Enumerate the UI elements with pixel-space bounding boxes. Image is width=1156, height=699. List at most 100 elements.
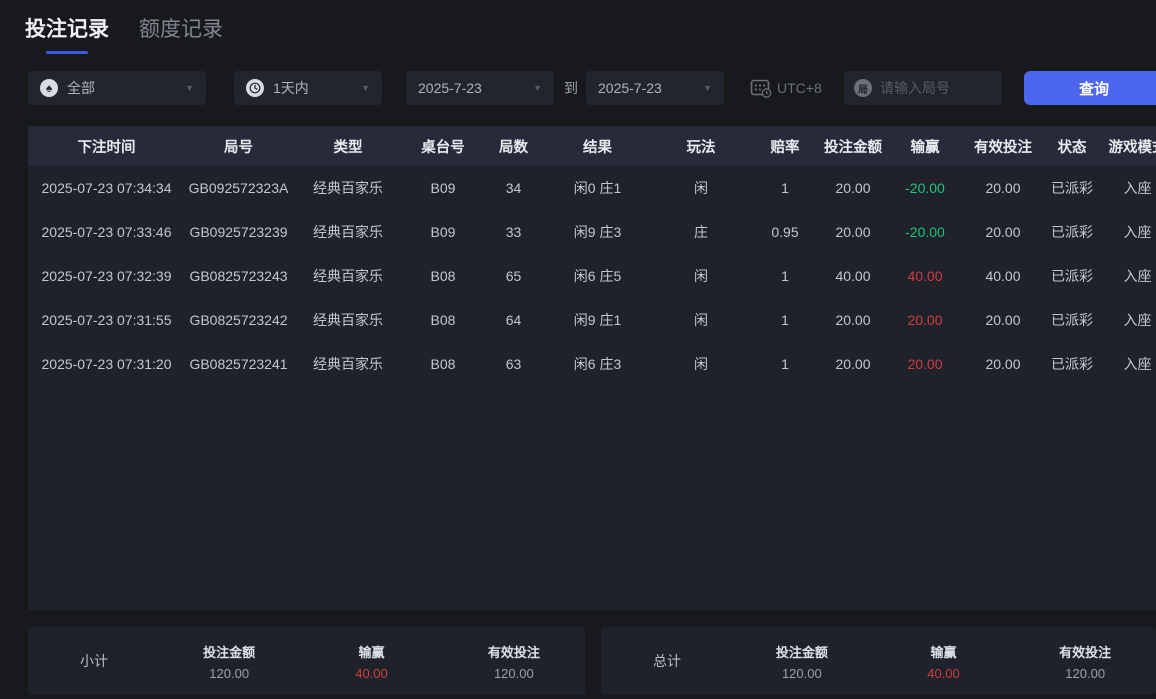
table-cell: 2025-07-23 07:32:39 (28, 254, 185, 298)
table-cell: 闲 (650, 166, 752, 210)
table-cell: 闲 (650, 254, 752, 298)
table-body: 2025-07-23 07:34:34GB092572323A经典百家乐B093… (28, 166, 1156, 386)
table-cell: 20.00 (962, 298, 1044, 342)
table-cell: 2025-07-23 07:31:55 (28, 298, 185, 342)
table-row: 2025-07-23 07:32:39GB0825723243经典百家乐B086… (28, 254, 1156, 298)
table-cell: 20.00 (962, 210, 1044, 254)
column-header: 局数 (482, 126, 545, 166)
table-cell: 1 (752, 254, 818, 298)
subtotal-stats: 投注金额 120.00 输赢 40.00 有效投注120.00 (158, 642, 585, 681)
table-cell: B08 (404, 298, 482, 342)
table-cell: 40.00 (818, 254, 888, 298)
table-cell: 20.00 (962, 342, 1044, 386)
table-cell: -20.00 (888, 166, 962, 210)
table-cell: 2025-07-23 07:34:34 (28, 166, 185, 210)
table-cell: GB0925723239 (185, 210, 292, 254)
table-cell: B08 (404, 254, 482, 298)
table-cell: 已派彩 (1044, 298, 1100, 342)
chevron-down-icon: ▼ (703, 83, 712, 93)
table-row: 2025-07-23 07:31:55GB0825723242经典百家乐B086… (28, 298, 1156, 342)
table-row: 2025-07-23 07:33:46GB0925723239经典百家乐B093… (28, 210, 1156, 254)
table-cell: 经典百家乐 (292, 166, 404, 210)
active-tab-underline (46, 51, 88, 54)
table-cell: 2025-07-23 07:33:46 (28, 210, 185, 254)
spade-icon: ♠ (40, 79, 58, 97)
table-cell: 已派彩 (1044, 210, 1100, 254)
date-to-select[interactable]: 2025-7-23 ▼ (586, 71, 724, 105)
calendar-clock-icon (750, 78, 772, 98)
table-cell: 经典百家乐 (292, 210, 404, 254)
summary-stat-value: 120.00 (782, 666, 822, 681)
table-cell: 34 (482, 166, 545, 210)
table-cell: 20.00 (818, 210, 888, 254)
table-cell: 入座 (1100, 210, 1156, 254)
table-cell: 闲9 庄1 (545, 298, 650, 342)
column-header: 游戏模式 (1100, 126, 1156, 166)
table-cell: 已派彩 (1044, 166, 1100, 210)
table-header-row: 下注时间局号类型桌台号局数结果玩法赔率投注金额输赢有效投注状态游戏模式 (28, 126, 1156, 166)
table-cell: 入座 (1100, 298, 1156, 342)
summary-stat-label: 有效投注 (1059, 642, 1111, 661)
tab-quota-records[interactable]: 额度记录 (139, 13, 223, 54)
column-header: 玩法 (650, 126, 752, 166)
query-button[interactable]: 查询 (1024, 71, 1156, 105)
column-header: 桌台号 (404, 126, 482, 166)
summary-stat-value: 120.00 (209, 666, 249, 681)
table-row: 2025-07-23 07:34:34GB092572323A经典百家乐B093… (28, 166, 1156, 210)
table-cell: 20.00 (818, 342, 888, 386)
tab-bet-records-label: 投注记录 (25, 13, 109, 43)
timezone-label: UTC+8 (777, 80, 822, 96)
total-label: 总计 (653, 651, 731, 671)
chevron-down-icon: ▼ (533, 83, 542, 93)
total-panel: 总计 投注金额120.00输赢40.00有效投注120.00 (601, 627, 1156, 695)
date-to-value: 2025-7-23 (598, 80, 662, 96)
date-from-select[interactable]: 2025-7-23 ▼ (406, 71, 554, 105)
clock-icon (246, 79, 264, 97)
summary-stat-label: 输赢 (358, 642, 384, 661)
table-cell: 20.00 (818, 166, 888, 210)
timezone-indicator: UTC+8 (750, 71, 822, 105)
chevron-down-icon: ▼ (361, 83, 370, 93)
table-cell: 闲0 庄1 (545, 166, 650, 210)
game-type-value: 全部 (67, 78, 95, 98)
subtotal-panel: 小计 投注金额 120.00 输赢 40.00 有效投注120.00 (28, 627, 585, 695)
total-stats: 投注金额120.00输赢40.00有效投注120.00 (731, 642, 1156, 681)
table-cell: 经典百家乐 (292, 298, 404, 342)
column-header: 局号 (185, 126, 292, 166)
game-type-select[interactable]: ♠ 全部 ▼ (28, 71, 206, 105)
table-cell: 经典百家乐 (292, 254, 404, 298)
date-from-value: 2025-7-23 (418, 80, 482, 96)
table-cell: 已派彩 (1044, 254, 1100, 298)
table-cell: 入座 (1100, 254, 1156, 298)
summary-stat: 投注金额 120.00 (158, 642, 300, 681)
time-range-select[interactable]: 1天内 ▼ (234, 71, 382, 105)
table-cell: GB0825723243 (185, 254, 292, 298)
table-cell: 入座 (1100, 166, 1156, 210)
table-cell: 已派彩 (1044, 342, 1100, 386)
table-cell: 20.00 (888, 342, 962, 386)
table-cell: 闲9 庄3 (545, 210, 650, 254)
summary-stat: 有效投注 120.00 (1014, 642, 1156, 681)
subtotal-label: 小计 (80, 651, 158, 671)
table-cell: B08 (404, 342, 482, 386)
time-range-value: 1天内 (273, 78, 309, 98)
table-cell: 0.95 (752, 210, 818, 254)
summary-stat-value: 40.00 (355, 666, 388, 681)
tab-bet-records[interactable]: 投注记录 (25, 13, 109, 54)
summary-stat-value: 120.00 (1065, 666, 1105, 681)
summary-stat-label: 投注金额 (203, 642, 255, 661)
table-cell: 1 (752, 166, 818, 210)
column-header: 有效投注 (962, 126, 1044, 166)
column-header: 投注金额 (818, 126, 888, 166)
chevron-down-icon: ▼ (185, 83, 194, 93)
column-header: 输赢 (888, 126, 962, 166)
table-cell: B09 (404, 210, 482, 254)
column-header: 类型 (292, 126, 404, 166)
summary-stat-label: 投注金额 (776, 642, 828, 661)
table-cell: 33 (482, 210, 545, 254)
round-search-box[interactable]: 局 (844, 71, 1002, 105)
table-cell: 40.00 (888, 254, 962, 298)
summary-stat: 有效投注120.00 (443, 642, 585, 681)
round-search-input[interactable] (880, 80, 990, 96)
summary-stat-label: 有效投注 (488, 642, 540, 661)
